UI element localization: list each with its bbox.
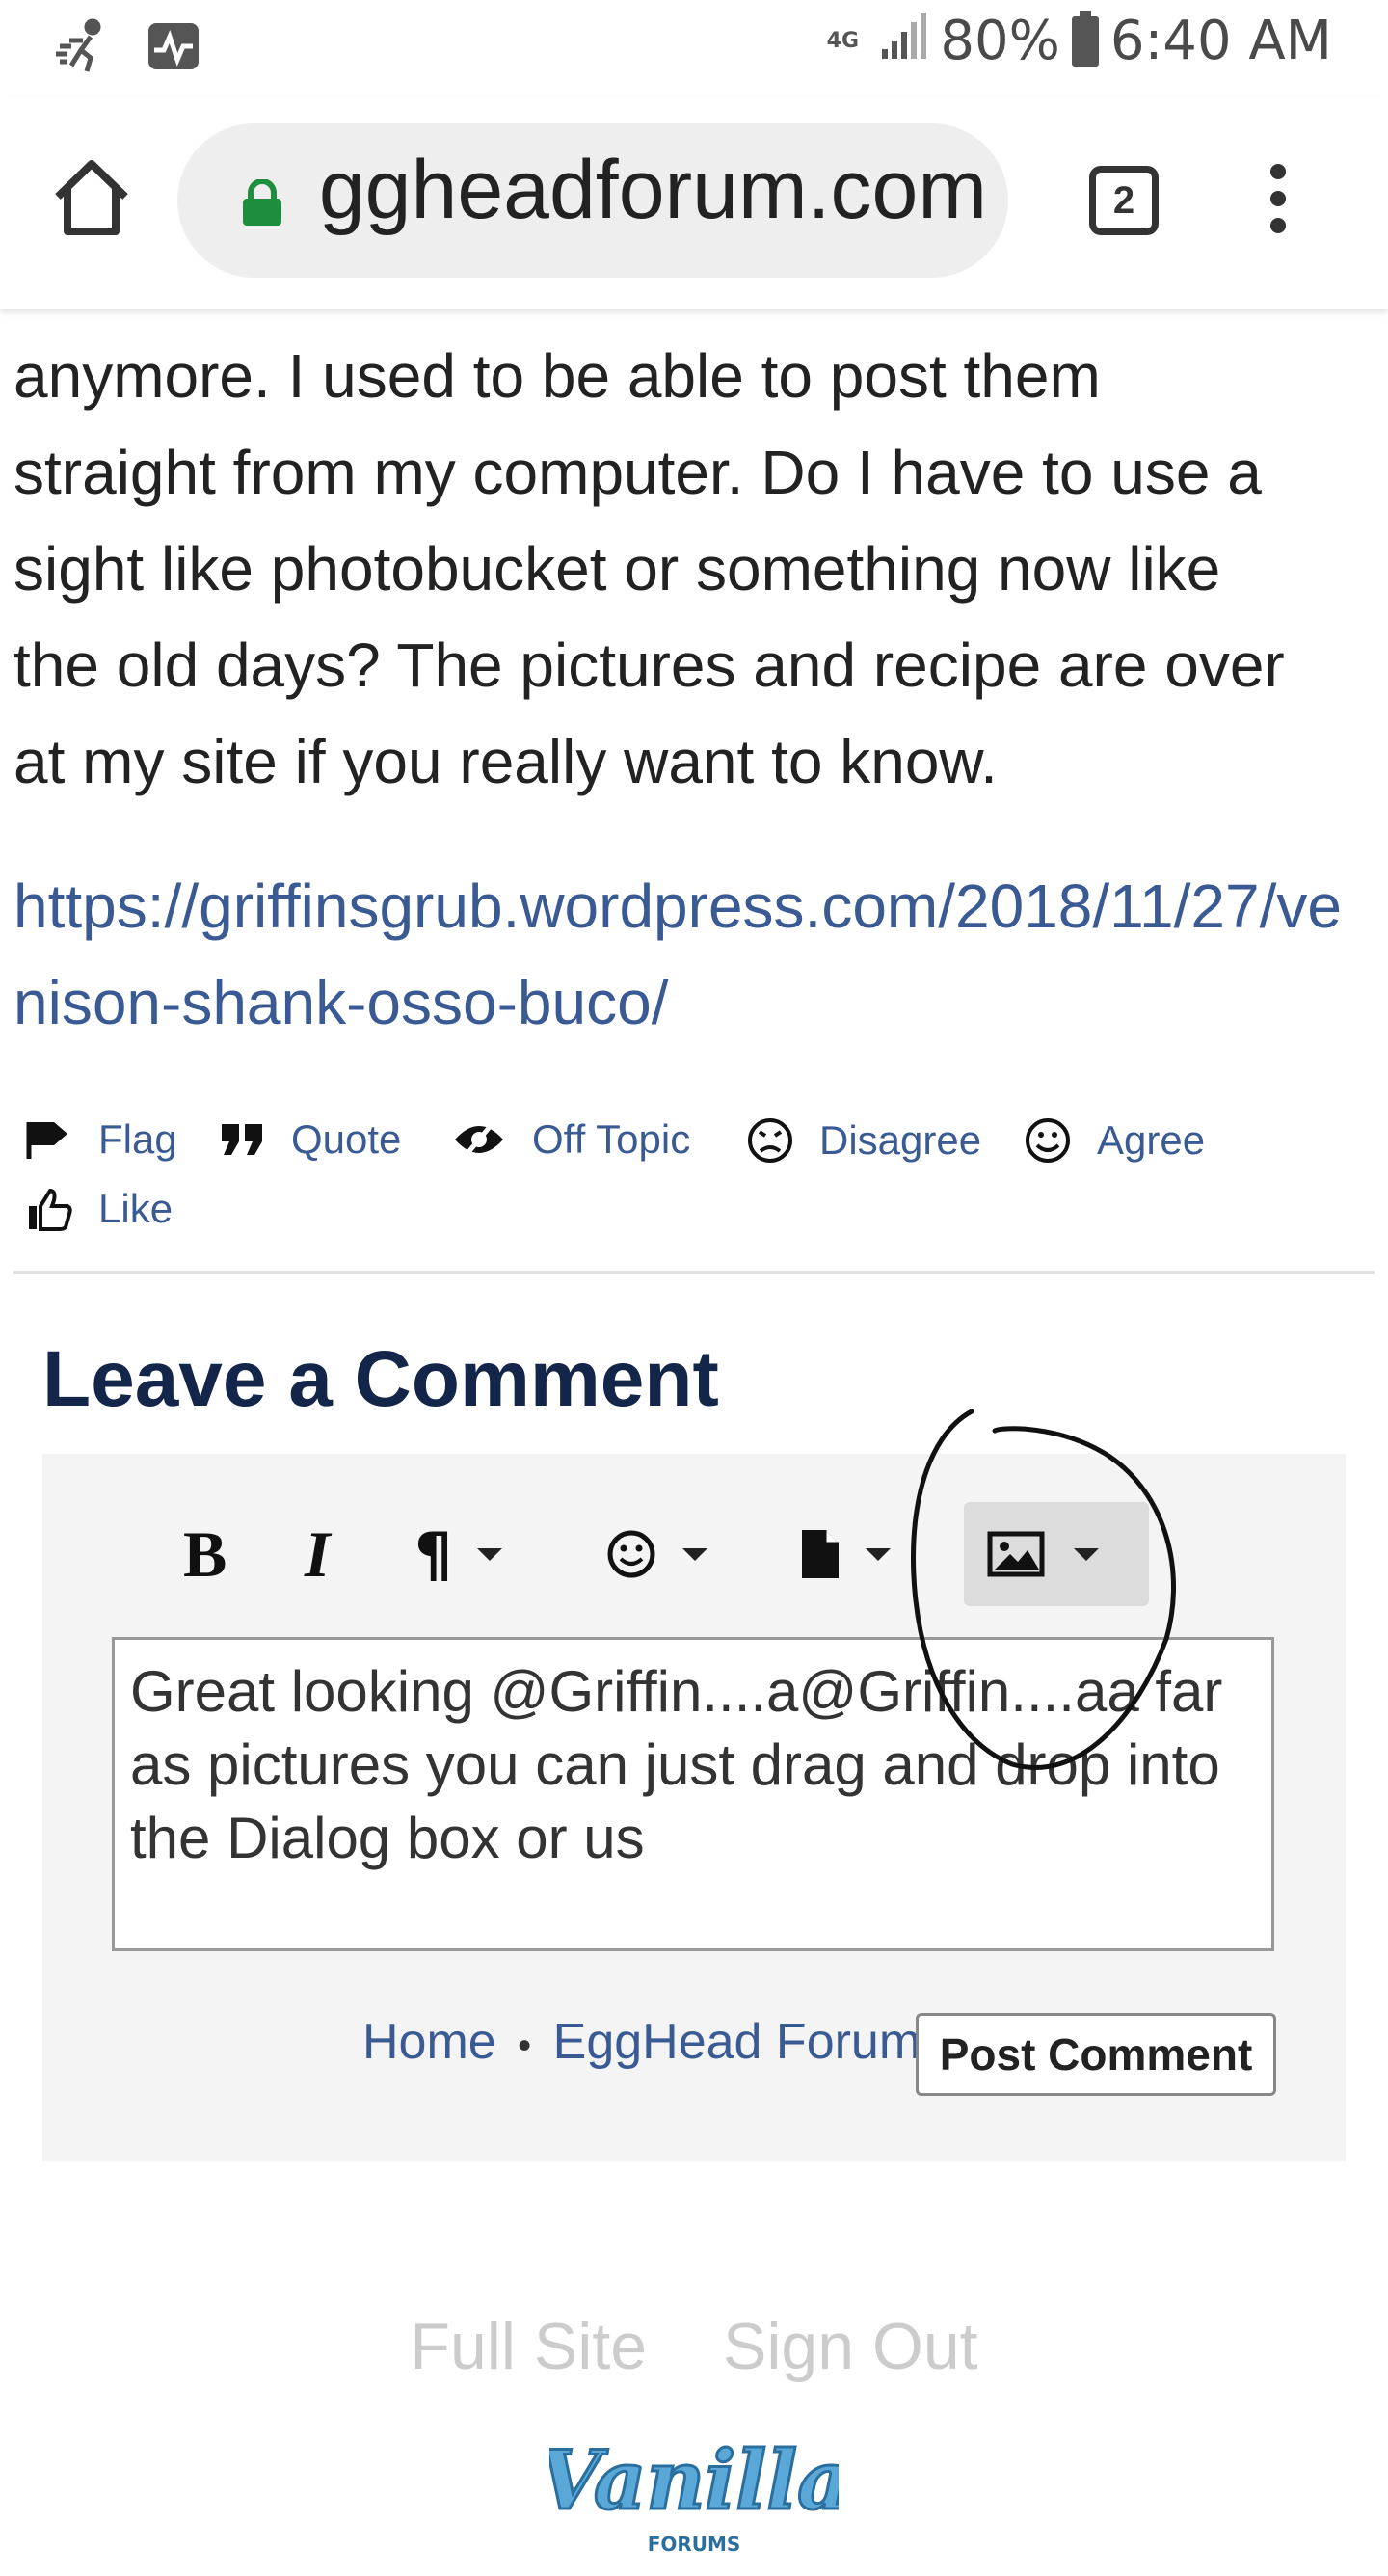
browser-toolbar: eggheadforum.com 2	[0, 96, 1388, 309]
comment-form: B I ¶ Great looking @Griffin....a@Griffi…	[42, 1454, 1346, 2161]
post-body: anymore. I used to be able to post them …	[13, 328, 1373, 810]
status-bar: 4G 80% 6:40 AM	[0, 0, 1388, 96]
italic-button[interactable]: I	[305, 1502, 330, 1606]
clock: 6:40 AM	[1109, 10, 1332, 72]
disagree-label: Disagree	[819, 1117, 982, 1163]
home-link[interactable]: Home	[362, 2014, 496, 2070]
url-text: eggheadforum.com	[322, 144, 987, 236]
logo-text: Vanilla	[549, 2432, 839, 2528]
chevron-down-icon	[477, 1547, 503, 1561]
image-icon	[987, 1531, 1045, 1577]
flag-button[interactable]: Flag	[25, 1116, 177, 1163]
like-button[interactable]: Like	[25, 1186, 173, 1232]
post-link[interactable]: https://griffinsgrub.wordpress.com/2018/…	[13, 858, 1373, 1051]
disagree-button[interactable]: Disagree	[746, 1116, 981, 1165]
breadcrumb: Home • EggHead Forum	[362, 2013, 921, 2071]
insert-image-button[interactable]	[964, 1502, 1149, 1606]
chevron-down-icon	[682, 1547, 707, 1561]
flag-icon	[26, 1122, 67, 1159]
sign-out-link[interactable]: Sign Out	[723, 2310, 978, 2383]
attach-file-button[interactable]	[798, 1502, 891, 1606]
paragraph-format-button[interactable]: ¶	[414, 1502, 503, 1606]
quote-icon	[222, 1124, 262, 1155]
off-topic-label: Off Topic	[532, 1116, 691, 1162]
document-icon	[802, 1530, 839, 1578]
breadcrumb-separator: •	[518, 2025, 532, 2067]
post-line: at my site if you really want to know.	[13, 727, 998, 796]
like-label: Like	[98, 1186, 174, 1231]
post-comment-button[interactable]: Post Comment	[916, 2013, 1276, 2096]
emoji-icon	[607, 1530, 655, 1578]
post-line: the old days? The pictures and recipe ar…	[13, 631, 1285, 700]
chevron-down-icon	[866, 1547, 891, 1561]
logo-subtext: FORUMS	[648, 2533, 741, 2556]
agree-button[interactable]: Agree	[1024, 1116, 1205, 1165]
site-footer: Full Site Sign Out	[0, 2309, 1388, 2384]
lock-icon	[241, 178, 283, 226]
post-line: anymore. I used to be able to post them	[13, 341, 1101, 411]
divider	[13, 1271, 1375, 1274]
emoji-button[interactable]	[605, 1502, 707, 1606]
battery-percent: 80%	[940, 10, 1060, 72]
comment-textarea[interactable]: Great looking @Griffin....a@Griffin....a…	[112, 1637, 1274, 1951]
address-bar[interactable]: eggheadforum.com	[177, 123, 1008, 278]
post-line: straight from my computer. Do I have to …	[13, 438, 1262, 507]
agree-label: Agree	[1097, 1117, 1206, 1163]
thumbs-up-icon	[29, 1188, 72, 1231]
flag-label: Flag	[98, 1116, 177, 1162]
post-line: sight like photobucket or something now …	[13, 534, 1221, 604]
agree-icon	[1026, 1118, 1070, 1163]
off-topic-button[interactable]: Off Topic	[451, 1116, 690, 1163]
tab-switcher-button[interactable]: 2	[1089, 166, 1159, 235]
quote-button[interactable]: Quote	[218, 1116, 401, 1163]
quote-label: Quote	[291, 1116, 402, 1162]
forum-link[interactable]: EggHead Forum	[553, 2014, 921, 2070]
chevron-down-icon	[1074, 1547, 1099, 1561]
paragraph-icon: ¶	[414, 1518, 453, 1590]
full-site-link[interactable]: Full Site	[410, 2310, 647, 2383]
vanilla-forums-logo: Vanilla FORUMS	[549, 2431, 839, 2557]
editor-toolbar: B I ¶	[139, 1502, 1151, 1627]
health-icon	[147, 21, 200, 76]
network-type: 4G	[826, 28, 860, 53]
bold-button[interactable]: B	[183, 1502, 227, 1606]
home-icon[interactable]	[48, 154, 135, 241]
off-topic-icon	[455, 1120, 503, 1159]
battery-icon	[1071, 10, 1099, 67]
disagree-icon	[748, 1118, 792, 1163]
signal-icon	[880, 10, 928, 72]
overflow-menu-icon[interactable]	[1261, 164, 1295, 241]
comment-heading: Leave a Comment	[42, 1335, 719, 1423]
activity-icon	[54, 17, 112, 80]
